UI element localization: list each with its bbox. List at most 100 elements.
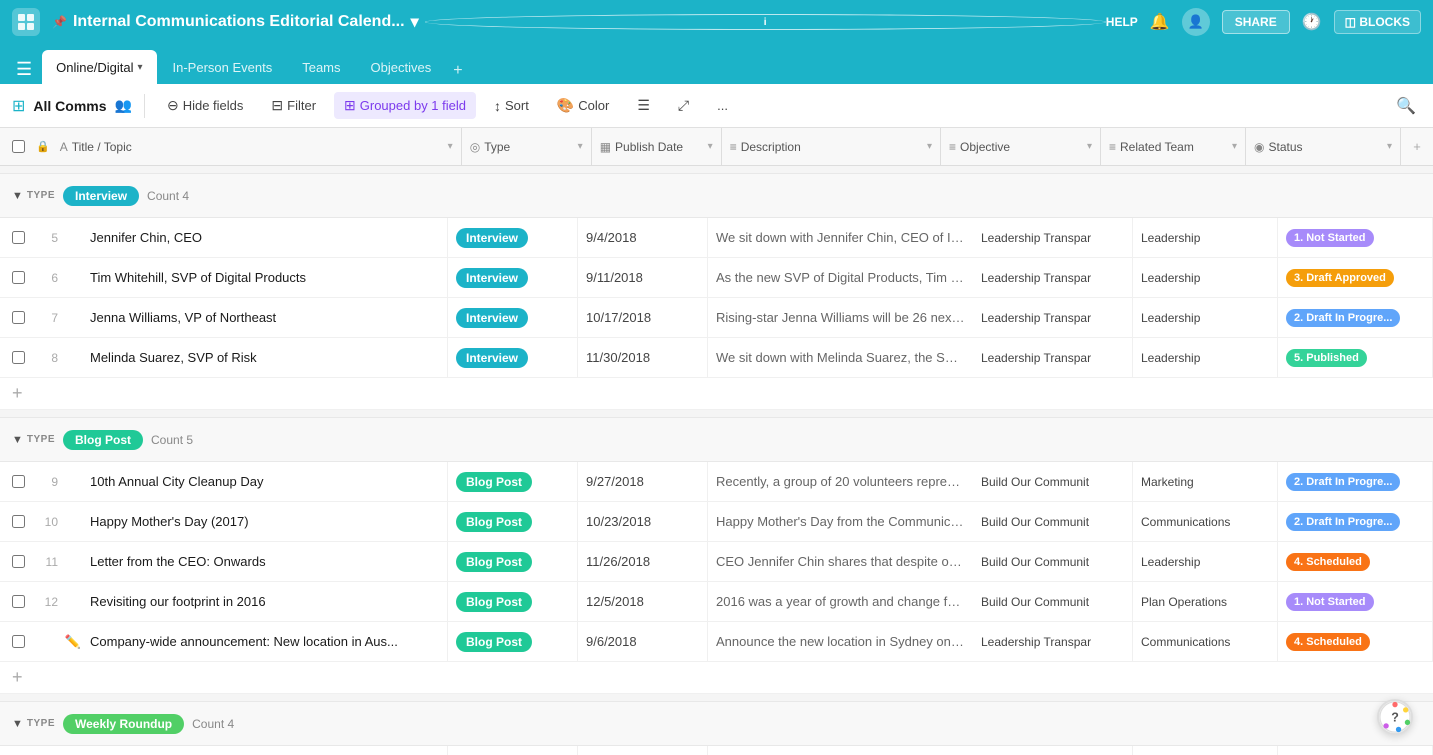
group-type-label-interview: TYPE — [27, 190, 55, 201]
help-label[interactable]: HELP — [1106, 15, 1138, 29]
expand-icon-last-blog[interactable]: ✏️ — [65, 634, 81, 650]
desc-col-dropdown: ▾ — [927, 141, 932, 152]
checkbox-12[interactable] — [12, 595, 25, 608]
checkbox-10[interactable] — [12, 515, 25, 528]
more-button[interactable]: ... — [707, 93, 738, 118]
col-header-objective[interactable]: ≡ Objective ▾ — [941, 128, 1101, 165]
col-header-description[interactable]: ≡ Description ▾ — [722, 128, 941, 165]
row-title-6[interactable]: Tim Whitehill, SVP of Digital Products — [82, 258, 448, 297]
sort-button[interactable]: ↕ Sort — [484, 93, 539, 119]
row-checkbox-12 — [0, 595, 36, 608]
row-title-5[interactable]: Jennifer Chin, CEO — [82, 218, 448, 257]
add-interview-row[interactable]: + — [0, 378, 1433, 410]
row-obj-9: Build Our Communit — [973, 462, 1133, 501]
row-title-10[interactable]: Happy Mother's Day (2017) — [82, 502, 448, 541]
title-dropdown-icon[interactable]: ▾ — [411, 12, 419, 32]
history-icon[interactable]: 🕐 — [1302, 12, 1322, 32]
info-icon[interactable]: i — [425, 14, 1106, 30]
filter-button[interactable]: ⊟ Filter — [261, 92, 326, 119]
tab-in-person-events[interactable]: In-Person Events — [159, 50, 287, 84]
col-header-status[interactable]: ◉ Status ▾ — [1246, 128, 1401, 165]
color-icon: 🎨 — [557, 97, 574, 114]
row-title-9[interactable]: 10th Annual City Cleanup Day — [82, 462, 448, 501]
add-blogpost-row[interactable]: + — [0, 662, 1433, 694]
col-header-title[interactable]: A Title / Topic ▾ — [52, 128, 462, 165]
obj-col-dropdown: ▾ — [1087, 141, 1092, 152]
group-label-interview: TYPE Interview Count 4 — [27, 186, 189, 206]
row-checkbox-11 — [0, 555, 36, 568]
row-obj-12: Build Our Communit — [973, 582, 1133, 621]
checkbox-11[interactable] — [12, 555, 25, 568]
row-title-12[interactable]: Revisiting our footprint in 2016 — [82, 582, 448, 621]
expand-icon: ⤢ — [678, 97, 689, 114]
row-type-9: Blog Post — [448, 462, 578, 501]
grid-view-icon: ⊞ — [12, 96, 25, 116]
checkbox-8[interactable] — [12, 351, 25, 364]
row-title-14[interactable]: Fast Friday #7: Staying in Touch — [82, 746, 448, 755]
notification-icon[interactable]: 🔔 — [1150, 12, 1170, 32]
checkbox-5[interactable] — [12, 231, 25, 244]
group-label-weekly: TYPE Weekly Roundup Count 4 — [27, 714, 234, 734]
row-obj-11: Build Our Communit — [973, 542, 1133, 581]
status-col-dropdown: ▾ — [1387, 141, 1392, 152]
user-avatar[interactable]: 👤 — [1182, 8, 1210, 36]
row-team-11: Leadership — [1133, 542, 1278, 581]
grouped-button[interactable]: ⊞ Grouped by 1 field — [334, 92, 476, 119]
blocks-button[interactable]: ◫ BLOCKS — [1334, 10, 1421, 34]
row-type-6: Interview — [448, 258, 578, 297]
help-bubble[interactable]: ? — [1377, 699, 1413, 735]
table-row: 12 Revisiting our footprint in 2016 Blog… — [0, 582, 1433, 622]
type-badge-8: Interview — [456, 348, 528, 368]
hide-fields-button[interactable]: ⊖ Hide fields — [157, 92, 253, 119]
group-header-weekly: ▼ TYPE Weekly Roundup Count 4 — [0, 702, 1433, 746]
tab-teams[interactable]: Teams — [288, 50, 354, 84]
filter-icon: ⊟ — [271, 97, 283, 114]
header-checkbox-cell — [0, 140, 36, 153]
col-header-type[interactable]: ◎ Type ▾ — [462, 128, 592, 165]
checkbox-7[interactable] — [12, 311, 25, 324]
row-date-9: 9/27/2018 — [578, 462, 708, 501]
group-toggle-blogpost[interactable]: ▼ — [8, 430, 27, 450]
search-icon[interactable]: 🔍 — [1391, 91, 1421, 121]
group-toggle-weekly[interactable]: ▼ — [8, 714, 27, 734]
row-height-button[interactable]: ☰ — [627, 92, 660, 119]
tab-online-digital[interactable]: Online/Digital ▾ — [42, 50, 156, 84]
col-header-related-team[interactable]: ≡ Related Team ▾ — [1101, 128, 1246, 165]
group-header-blogpost: ▼ TYPE Blog Post Count 5 — [0, 418, 1433, 462]
checkbox-9[interactable] — [12, 475, 25, 488]
row-date-10: 10/23/2018 — [578, 502, 708, 541]
checkbox-6[interactable] — [12, 271, 25, 284]
lock-icon: 🔒 — [36, 140, 50, 153]
row-num-9: 9 — [36, 475, 64, 489]
table-row: 5 Jennifer Chin, CEO Interview 9/4/2018 … — [0, 218, 1433, 258]
row-title-8[interactable]: Melinda Suarez, SVP of Risk — [82, 338, 448, 377]
hamburger-menu[interactable]: ☰ — [8, 55, 40, 84]
tab-objectives[interactable]: Objectives — [357, 50, 446, 84]
row-type-11: Blog Post — [448, 542, 578, 581]
row-obj-8: Leadership Transpar — [973, 338, 1133, 377]
row-checkbox-8 — [0, 351, 36, 364]
add-tab-button[interactable]: + — [447, 58, 468, 84]
row-height-icon: ☰ — [637, 97, 650, 114]
row-status-7: 2. Draft In Progre... — [1278, 298, 1433, 337]
color-button[interactable]: 🎨 Color — [547, 92, 620, 119]
add-column-button[interactable]: + — [1401, 139, 1433, 154]
row-title-11[interactable]: Letter from the CEO: Onwards — [82, 542, 448, 581]
expand-button[interactable]: ⤢ — [668, 92, 699, 119]
type-badge-10: Blog Post — [456, 512, 532, 532]
row-team-8: Leadership — [1133, 338, 1278, 377]
select-all-checkbox[interactable] — [12, 140, 25, 153]
col-header-publish-date[interactable]: ▦ Publish Date ▾ — [592, 128, 722, 165]
checkbox-last-blog[interactable] — [12, 635, 25, 648]
group-toggle-interview[interactable]: ▼ — [8, 186, 27, 206]
team-col-dropdown: ▾ — [1232, 141, 1237, 152]
share-button[interactable]: SHARE — [1222, 10, 1290, 34]
row-title-7[interactable]: Jenna Williams, VP of Northeast — [82, 298, 448, 337]
status-badge-last-blog: 4. Scheduled — [1286, 633, 1370, 651]
row-date-11: 11/26/2018 — [578, 542, 708, 581]
group-type-label-blogpost: TYPE — [27, 434, 55, 445]
row-edit-last-blog: ✏️ — [64, 634, 82, 650]
row-type-7: Interview — [448, 298, 578, 337]
row-title-last-blog[interactable]: Company-wide announcement: New location … — [82, 622, 448, 661]
view-users-icon[interactable]: 👥 — [115, 97, 132, 114]
